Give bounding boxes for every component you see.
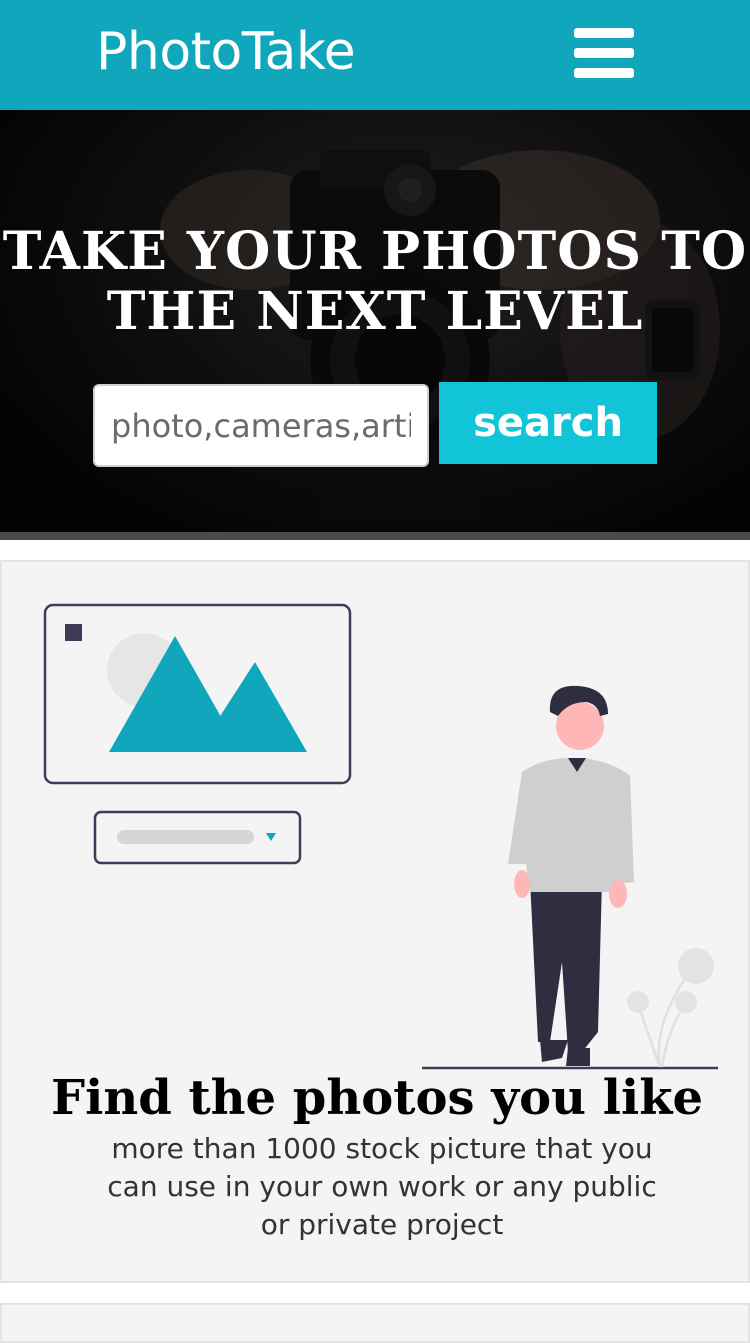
brand-logo[interactable]: PhotoTake: [96, 22, 356, 82]
hero-title: TAKE YOUR PHOTOS TO THE NEXT LEVEL: [2, 221, 748, 342]
hamburger-menu-icon[interactable]: [570, 26, 636, 82]
hero-banner: TAKE YOUR PHOTOS TO THE NEXT LEVEL searc…: [0, 110, 750, 540]
menu-line: [574, 48, 634, 58]
feature-title: Find the photos you like: [51, 1070, 703, 1126]
search-button[interactable]: search: [439, 382, 657, 464]
menu-line: [574, 68, 634, 78]
person-with-image-frame-illustration: [43, 603, 718, 1070]
feature-description: more than 1000 stock picture that you ca…: [107, 1132, 657, 1241]
search-input[interactable]: [93, 384, 429, 467]
hero-divider: [0, 532, 750, 540]
menu-line: [574, 28, 634, 38]
feature-card: Find the photos you like more than 1000 …: [0, 560, 750, 1283]
top-navbar: PhotoTake: [0, 0, 750, 110]
next-section-card: [0, 1303, 750, 1343]
